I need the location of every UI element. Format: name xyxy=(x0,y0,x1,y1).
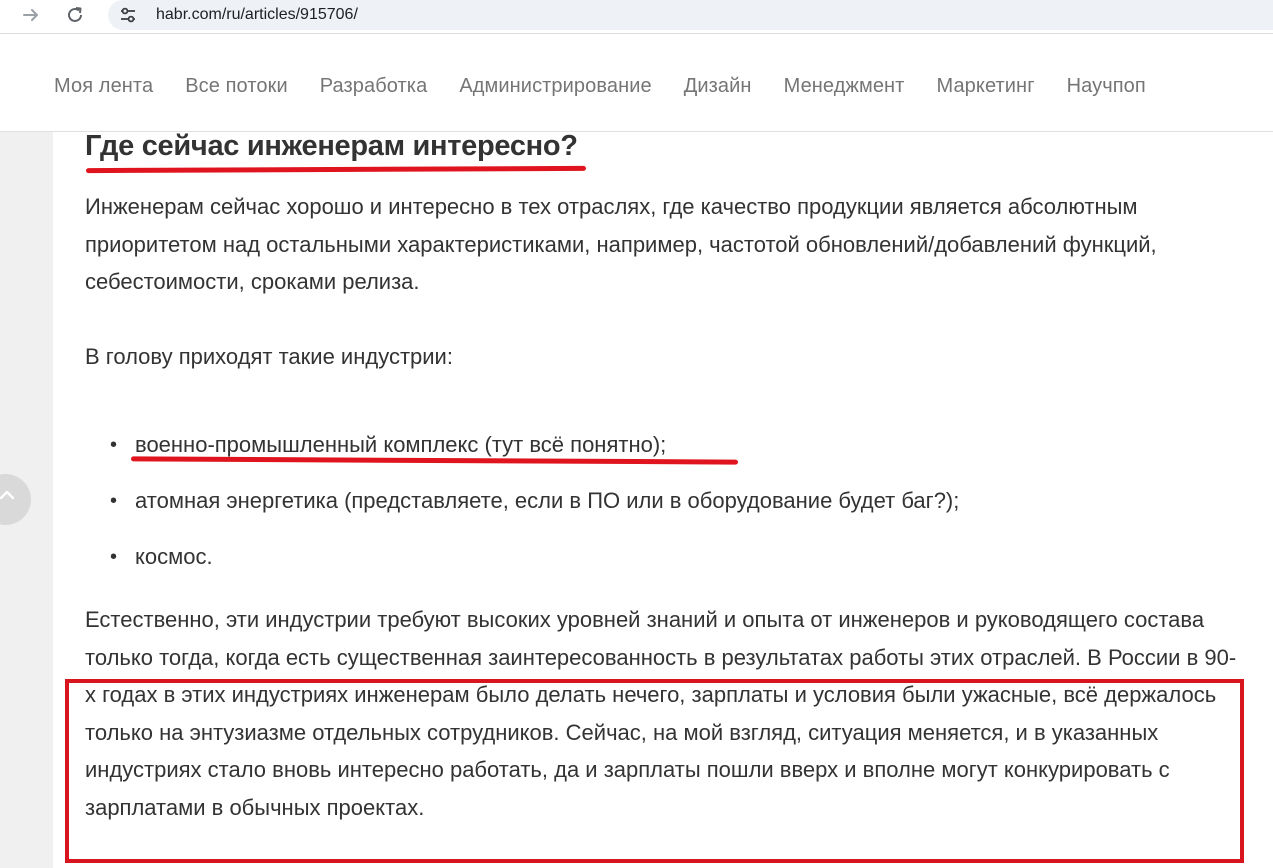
chevron-up-icon xyxy=(0,490,14,500)
nav-item-management[interactable]: Менеджмент xyxy=(784,75,905,98)
forward-arrow-icon[interactable] xyxy=(16,2,46,28)
site-info-icon[interactable] xyxy=(118,5,138,25)
article-heading: Где сейчас инженерам интересно? xyxy=(85,130,578,162)
red-highlight-box-annotation xyxy=(65,679,1244,863)
bullet-icon: • xyxy=(110,490,118,512)
bullet-icon: • xyxy=(110,434,118,456)
list-item-text: атомная энергетика (представляете, если … xyxy=(135,488,960,513)
nav-item-marketing[interactable]: Маркетинг xyxy=(936,75,1034,98)
address-bar[interactable]: habr.com/ru/articles/915706/ xyxy=(108,0,1273,30)
nav-item-development[interactable]: Разработка xyxy=(320,75,428,98)
browser-toolbar: habr.com/ru/articles/915706/ xyxy=(0,0,1273,34)
list-item-text: космос. xyxy=(135,544,213,569)
list-item-text: военно-промышленный комплекс (тут всё по… xyxy=(135,432,667,457)
paragraph-industries-lead: В голову приходят такие индустрии: xyxy=(85,344,453,369)
flows-nav: Моя лента Все потоки Разработка Админист… xyxy=(54,75,1178,98)
nav-item-all-flows[interactable]: Все потоки xyxy=(185,75,288,98)
url-text[interactable]: habr.com/ru/articles/915706/ xyxy=(156,6,358,24)
reload-icon[interactable] xyxy=(60,2,90,28)
nav-item-administration[interactable]: Администрирование xyxy=(459,75,651,98)
bullet-icon: • xyxy=(110,546,118,568)
site-header: Моя лента Все потоки Разработка Админист… xyxy=(0,44,1273,132)
paragraph-intro: Инженерам сейчас хорошо и интересно в те… xyxy=(85,194,1157,294)
nav-item-design[interactable]: Дизайн xyxy=(684,75,752,98)
nav-item-popsci[interactable]: Научпоп xyxy=(1067,75,1146,98)
nav-item-my-feed[interactable]: Моя лента xyxy=(54,75,153,98)
